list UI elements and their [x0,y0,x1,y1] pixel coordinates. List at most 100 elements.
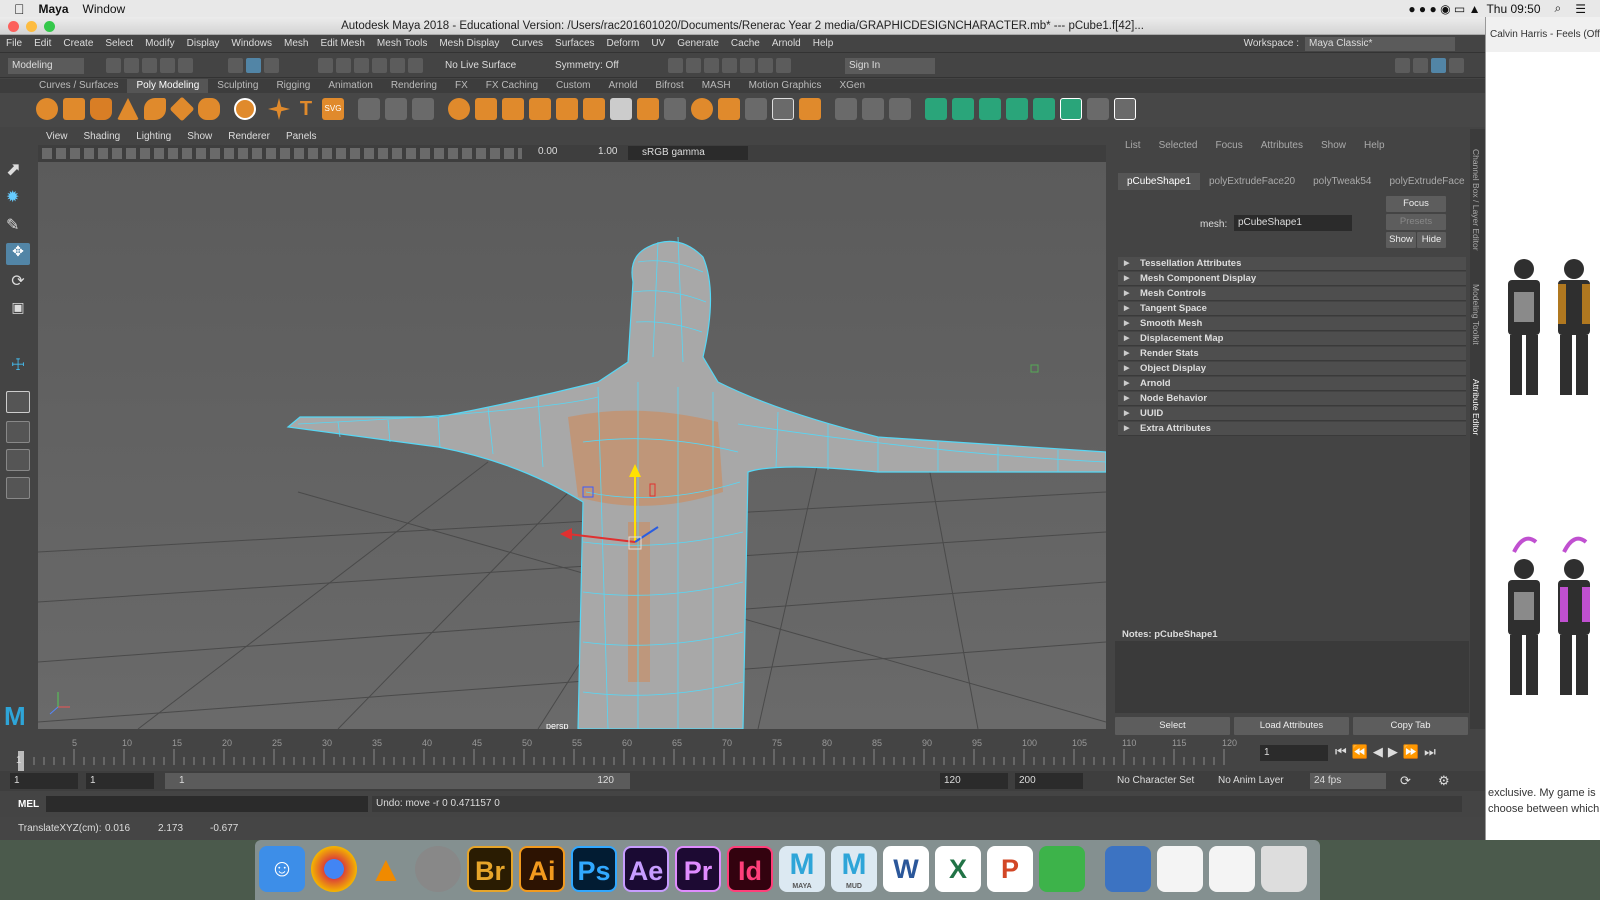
section-object-display[interactable]: Object Display [1118,362,1466,376]
animation-start-field[interactable]: 1 [10,773,78,789]
notification-center-icon[interactable]: ☰ [1575,2,1586,16]
select-component-icon[interactable] [264,58,279,73]
section-smooth-mesh[interactable]: Smooth Mesh [1118,317,1466,331]
layout-uv-icon[interactable] [979,98,1001,120]
finder-icon[interactable]: ☺ [259,846,305,892]
snap-curve-icon[interactable] [336,58,351,73]
viewport-panel[interactable]: View Shading Lighting Show Renderer Pane… [38,129,1106,729]
section-displacement-map[interactable]: Displacement Map [1118,332,1466,346]
section-arnold[interactable]: Arnold [1118,377,1466,391]
presets-button[interactable]: Presets [1386,214,1446,230]
type-tool-icon[interactable]: T [295,98,317,120]
bevel-icon[interactable] [583,98,605,120]
single-perspective-icon[interactable] [6,391,30,413]
render-settings-icon[interactable] [704,58,719,73]
viewport-menu-show[interactable]: Show [179,129,220,145]
playback-end-field[interactable]: 120 [940,773,1008,789]
notes-field[interactable] [1115,641,1469,713]
applications-folder-icon[interactable] [1105,846,1151,892]
indesign-app-icon[interactable]: Id [727,846,773,892]
shelf-tab-custom[interactable]: Custom [547,79,599,93]
attr-menu-list[interactable]: List [1116,137,1150,154]
redo-icon[interactable] [178,58,193,73]
select-object-icon[interactable] [246,58,261,73]
image-capture-icon[interactable] [415,846,461,892]
menu-arnold[interactable]: Arnold [766,38,807,49]
hide-button[interactable]: Hide [1417,232,1446,248]
scale-tool-icon[interactable]: ▣ [6,299,30,321]
multi-cut-icon[interactable] [664,98,686,120]
document-stack-icon[interactable] [1157,846,1203,892]
outliner-icon[interactable] [6,477,30,499]
menu-mesh[interactable]: Mesh [278,38,314,49]
character-controls-icon[interactable] [1413,58,1428,73]
render-icon[interactable] [668,58,683,73]
mudbox-app-icon[interactable]: M MUD [831,846,877,892]
viewport-menu-shading[interactable]: Shading [76,129,129,145]
menu-edit[interactable]: Edit [28,38,57,49]
platonic-solid-icon[interactable] [234,98,256,120]
menu-uv[interactable]: UV [645,38,671,49]
menu-curves[interactable]: Curves [505,38,549,49]
shelf-tab-rendering[interactable]: Rendering [382,79,446,93]
offset-edge-loop-icon[interactable] [745,98,767,120]
menu-display[interactable]: Display [181,38,226,49]
workspace-dropdown[interactable]: Maya Classic* [1305,36,1455,51]
attr-menu-help[interactable]: Help [1355,137,1394,154]
combine-icon[interactable] [358,98,380,120]
word-app-icon[interactable]: W [883,846,929,892]
minimize-icon[interactable] [26,21,37,32]
menu-mesh-tools[interactable]: Mesh Tools [371,38,433,49]
sew-uv-icon[interactable] [925,98,947,120]
menu-windows[interactable]: Windows [225,38,278,49]
shelf-tab-fx[interactable]: FX [446,79,477,93]
command-input[interactable] [46,796,368,812]
section-render-stats[interactable]: Render Stats [1118,347,1466,361]
menu-surfaces[interactable]: Surfaces [549,38,600,49]
menu-create[interactable]: Create [57,38,99,49]
node-tab-pcubeshape1[interactable]: pCubeShape1 [1118,173,1200,190]
anim-layer-dropdown[interactable]: No Anim Layer [1218,775,1284,786]
append-polygon-icon[interactable] [637,98,659,120]
load-attributes-button[interactable]: Load Attributes [1234,717,1349,735]
script-language[interactable]: MEL [18,799,39,810]
menu-file[interactable]: File [0,38,28,49]
bool-intersection-icon[interactable] [502,98,524,120]
four-view-icon[interactable] [6,421,30,443]
time-ruler[interactable]: 5 10 15 20 25 30 35 40 45 50 55 60 65 70 75 80 85 90 95 100… [18,735,1253,771]
bridge-icon[interactable] [556,98,578,120]
target-weld-icon[interactable] [691,98,713,120]
attribute-editor-icon[interactable] [1431,58,1446,73]
freeze-transform-icon[interactable] [1060,98,1082,120]
bridge-app-icon[interactable]: Br [467,846,513,892]
rotate-tool-icon[interactable]: ⟳ [6,271,30,293]
snap-point-icon[interactable] [354,58,369,73]
auto-key-icon[interactable]: ⚙ [1438,773,1450,789]
photoshop-app-icon[interactable]: Ps [571,846,617,892]
attr-menu-focus[interactable]: Focus [1206,137,1251,154]
current-frame-field[interactable]: 1 [1260,745,1328,761]
focus-button[interactable]: Focus [1386,196,1446,212]
time-slider[interactable]: 5 10 15 20 25 30 35 40 45 50 55 60 65 70 75 80 85 90 95 100… [0,735,1485,771]
exposure-field[interactable]: 0.00 [538,146,557,157]
poly-sphere-icon[interactable] [36,98,58,120]
symmetry-dropdown[interactable]: Symmetry: Off [555,60,619,71]
bool-difference-icon[interactable] [475,98,497,120]
shelf-tab-xgen[interactable]: XGen [830,79,874,93]
illustrator-app-icon[interactable]: Ai [519,846,565,892]
show-button[interactable]: Show [1386,232,1416,248]
excel-app-icon[interactable]: X [935,846,981,892]
extrude-icon[interactable] [529,98,551,120]
menu-help[interactable]: Help [807,38,840,49]
automatic-mapping-icon[interactable] [862,98,884,120]
conform-icon[interactable] [1033,98,1055,120]
background-window[interactable]: Calvin Harris - Feels (Off exclusive. My… [1485,17,1600,840]
section-mesh-component-display[interactable]: Mesh Component Display [1118,272,1466,286]
shelf-tab-arnold[interactable]: Arnold [599,79,646,93]
viewport-menu-renderer[interactable]: Renderer [220,129,278,145]
snap-view-icon[interactable] [372,58,387,73]
uv-editor-icon[interactable] [835,98,857,120]
superellipse-icon[interactable] [268,98,290,120]
center-pivot-icon[interactable] [1087,98,1109,120]
section-mesh-controls[interactable]: Mesh Controls [1118,287,1466,301]
